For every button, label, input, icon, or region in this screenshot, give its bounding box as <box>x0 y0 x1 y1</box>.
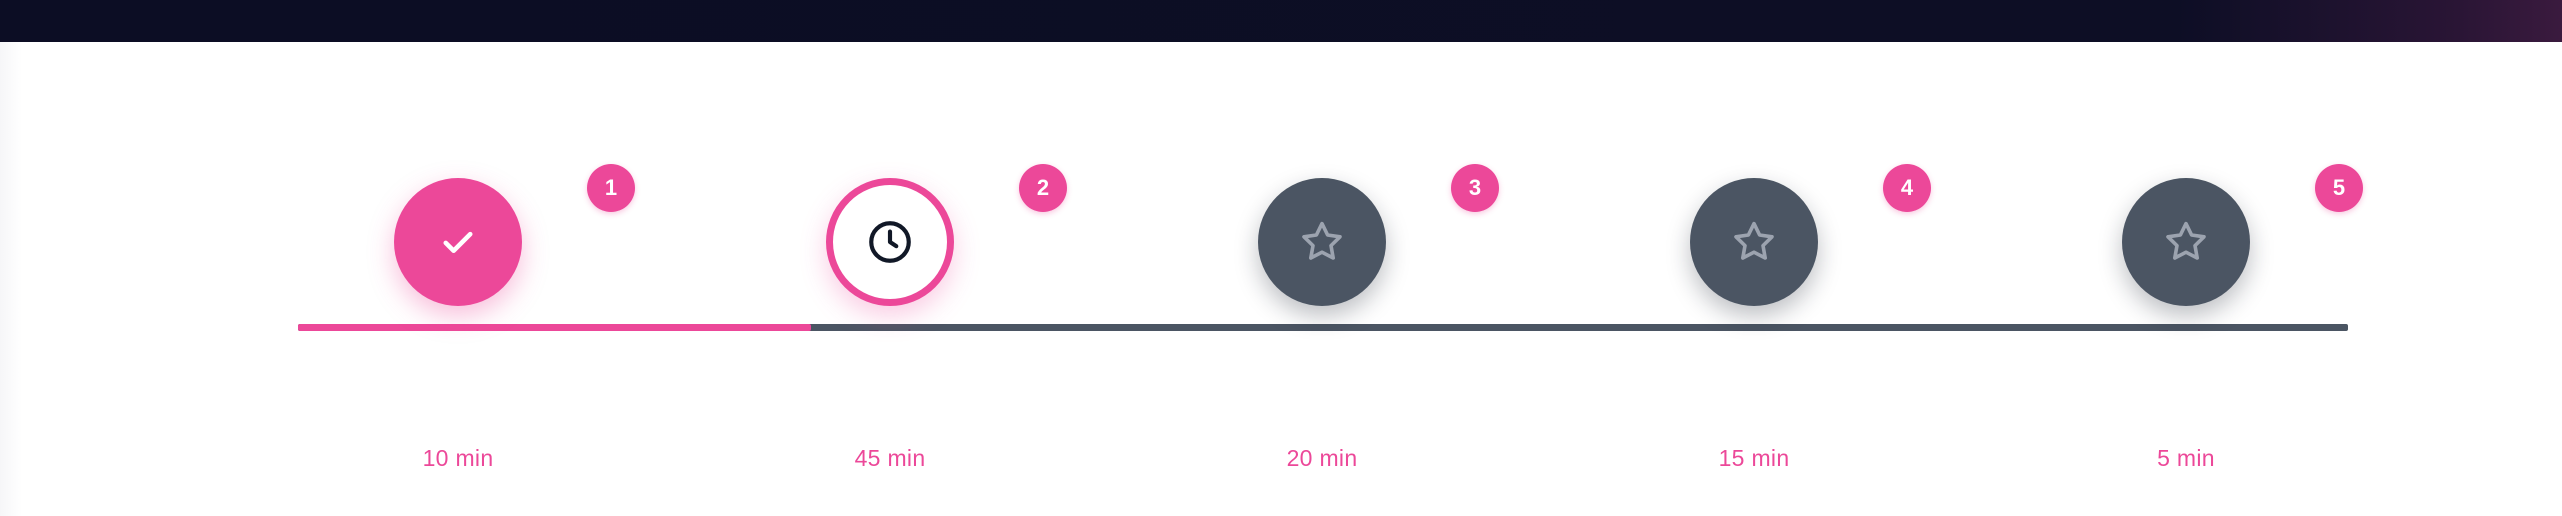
clock-icon <box>865 217 915 267</box>
star-icon <box>1298 218 1346 266</box>
step-3-duration: 20 min <box>1286 445 1358 471</box>
step-4-number-badge: 4 <box>1883 164 1931 212</box>
step-3: 3 <box>1258 164 1499 306</box>
step-5-number-badge: 5 <box>2315 164 2363 212</box>
step-4-duration: 15 min <box>1718 445 1790 471</box>
step-4-circle[interactable] <box>1690 178 1818 306</box>
step-1-duration: 10 min <box>422 445 494 471</box>
star-icon <box>1730 218 1778 266</box>
step-5: 5 <box>2122 164 2363 306</box>
step-3-number-badge: 3 <box>1451 164 1499 212</box>
step-3-circle[interactable] <box>1258 178 1386 306</box>
progress-track <box>298 324 2348 331</box>
stepper-page: 1 2 3 4 5 10 min 45 min 20 min 15 min 5 … <box>0 42 2562 516</box>
step-5-duration: 5 min <box>2157 445 2215 471</box>
check-icon <box>437 221 479 263</box>
progress-track-fill <box>298 324 811 331</box>
top-header-bar <box>0 0 2562 42</box>
step-2: 2 <box>826 164 1067 306</box>
step-5-circle[interactable] <box>2122 178 2250 306</box>
step-2-circle[interactable] <box>826 178 954 306</box>
step-2-duration: 45 min <box>854 445 926 471</box>
step-4: 4 <box>1690 164 1931 306</box>
step-1-circle[interactable] <box>394 178 522 306</box>
step-2-number-badge: 2 <box>1019 164 1067 212</box>
star-icon <box>2162 218 2210 266</box>
step-1: 1 <box>394 164 635 306</box>
step-1-number-badge: 1 <box>587 164 635 212</box>
